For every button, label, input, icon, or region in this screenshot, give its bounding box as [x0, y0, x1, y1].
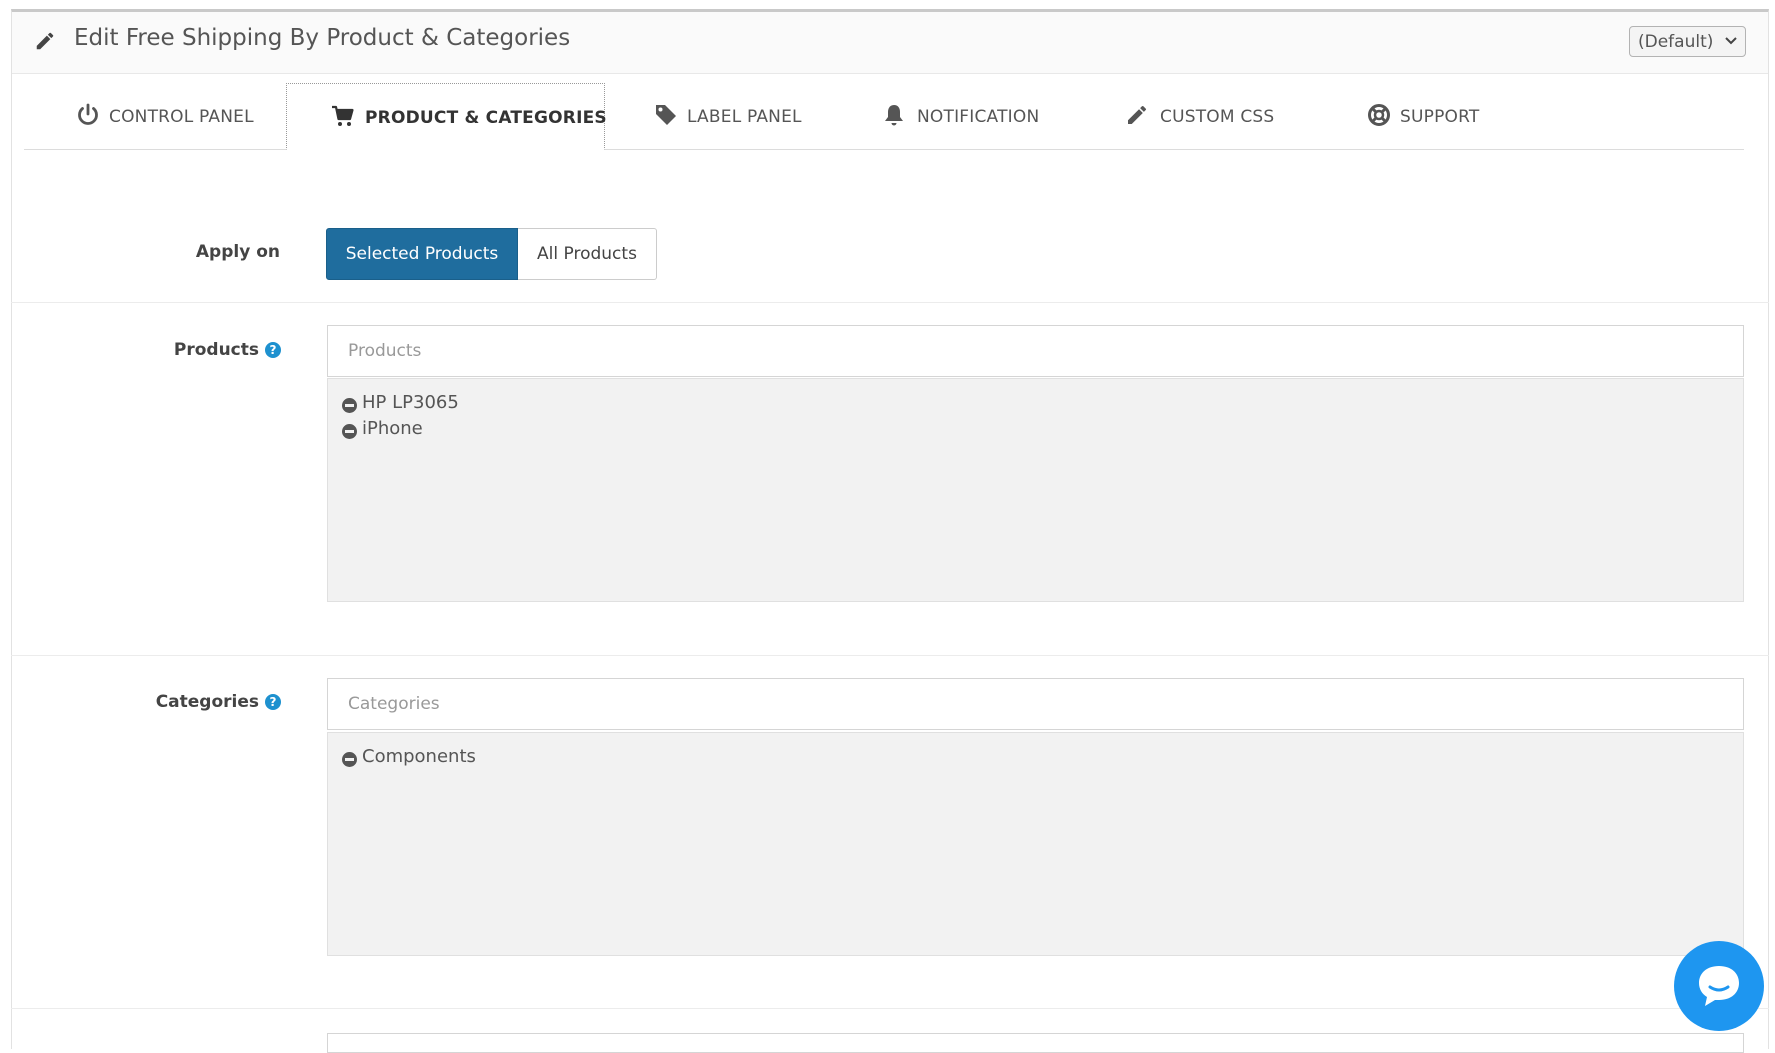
tag-icon [656, 105, 676, 125]
chat-bubble-icon [1699, 966, 1739, 1006]
tab-label-panel[interactable]: LABEL PANEL [605, 83, 843, 149]
help-icon[interactable]: ? [265, 342, 281, 358]
categories-search-input[interactable] [327, 678, 1744, 730]
tab-product-categories[interactable]: PRODUCT & CATEGORIES [286, 83, 607, 150]
tab-custom-css[interactable]: CUSTOM CSS [1080, 83, 1318, 149]
help-icon[interactable]: ? [265, 694, 281, 710]
chat-button[interactable] [1674, 941, 1764, 1031]
remove-icon[interactable] [342, 752, 357, 767]
tab-notification[interactable]: NOTIFICATION [843, 83, 1080, 149]
list-item: Components [328, 745, 1743, 771]
tab-label: PRODUCT & CATEGORIES [365, 108, 607, 128]
products-list: HP LP3065 iPhone [327, 378, 1744, 602]
tab-label: SUPPORT [1400, 107, 1480, 127]
page-title: Edit Free Shipping By Product & Categori… [74, 25, 571, 51]
all-products-button[interactable]: All Products [518, 228, 657, 280]
panel-heading: Edit Free Shipping By Product & Categori… [12, 12, 1768, 74]
next-field-input[interactable] [327, 1033, 1744, 1053]
tab-label: NOTIFICATION [917, 107, 1040, 127]
pencil-icon [36, 32, 54, 50]
categories-list: Components [327, 732, 1744, 956]
store-select[interactable]: (Default) [1629, 26, 1746, 57]
categories-label: Categories? [156, 692, 281, 712]
pencil-icon [1128, 105, 1147, 124]
bell-icon [885, 105, 903, 126]
remove-icon[interactable] [342, 398, 357, 413]
tab-bar: CONTROL PANEL PRODUCT & CATEGORIES LABEL… [24, 83, 1744, 150]
products-label: Products? [174, 340, 281, 360]
tab-support[interactable]: SUPPORT [1318, 83, 1538, 149]
products-label-text: Products [173, 340, 259, 360]
list-item: iPhone [328, 417, 1743, 443]
chevron-down-icon [1725, 37, 1737, 45]
tab-label: LABEL PANEL [687, 107, 802, 127]
divider [11, 655, 1769, 656]
products-search-input[interactable] [327, 325, 1744, 377]
life-ring-icon [1368, 104, 1390, 126]
apply-on-label: Apply on [195, 242, 280, 262]
tab-control-panel[interactable]: CONTROL PANEL [24, 83, 286, 149]
product-name: HP LP3065 [362, 392, 459, 413]
cart-icon [332, 105, 354, 126]
tab-label: CUSTOM CSS [1160, 107, 1275, 127]
selected-products-button[interactable]: Selected Products [326, 228, 518, 280]
power-icon [78, 103, 98, 125]
category-name: Components [362, 746, 476, 767]
product-name: iPhone [362, 418, 423, 439]
divider [11, 302, 1769, 303]
remove-icon[interactable] [342, 424, 357, 439]
categories-label-text: Categories [155, 692, 259, 712]
tab-label: CONTROL PANEL [109, 107, 254, 127]
store-select-value: (Default) [1638, 32, 1714, 52]
divider [11, 1008, 1769, 1009]
list-item: HP LP3065 [328, 391, 1743, 417]
